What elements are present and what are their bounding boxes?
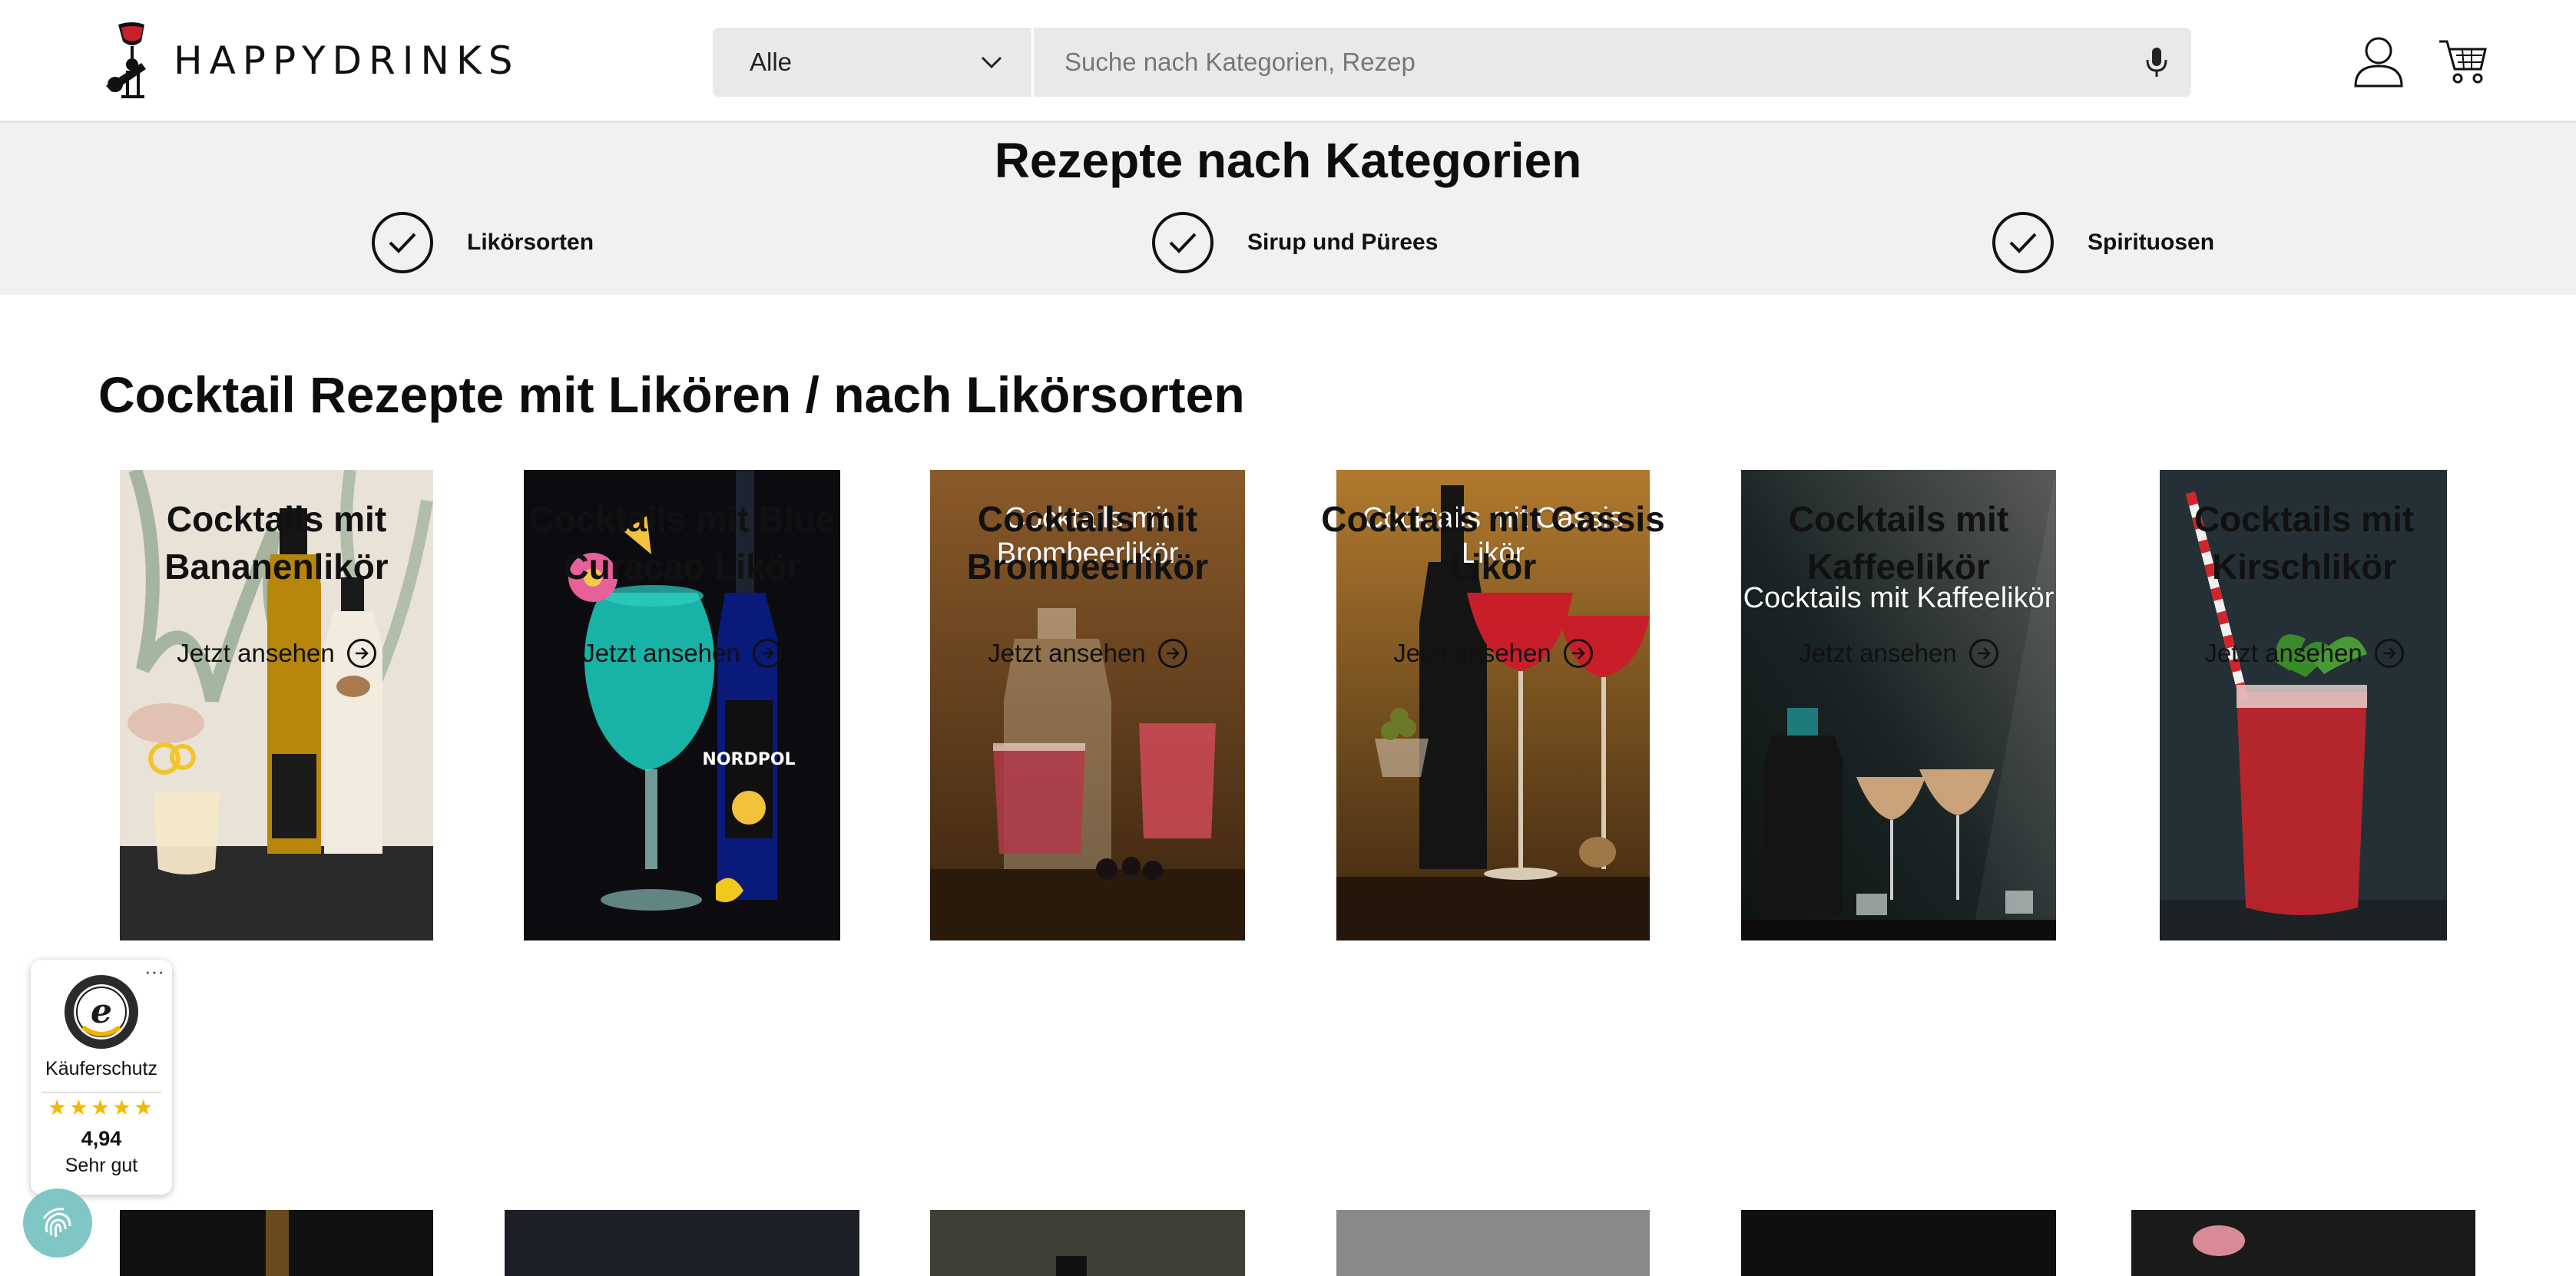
divider bbox=[41, 1092, 161, 1093]
view-link[interactable]: Jetzt ansehen bbox=[1722, 639, 2075, 668]
card-image-peek[interactable] bbox=[1336, 1210, 1650, 1276]
card-title: Cocktails mit Cassis Likör bbox=[1321, 499, 1665, 587]
check-circle-icon bbox=[372, 212, 433, 273]
card-image-peek[interactable] bbox=[930, 1210, 1245, 1276]
section-title: Cocktail Rezepte mit Likören / nach Likö… bbox=[98, 366, 1245, 423]
arrow-right-circle-icon bbox=[1563, 639, 1593, 668]
logo-text: HAPPYDRINKS bbox=[174, 38, 520, 83]
view-link-label: Jetzt ansehen bbox=[177, 639, 335, 667]
card-title: Cocktails mit Blue Curacao Likör bbox=[528, 499, 836, 587]
view-link-label: Jetzt ansehen bbox=[2204, 639, 2362, 667]
cocktail-photo bbox=[2193, 1225, 2245, 1256]
category-item-likoersorten[interactable]: Likörsorten bbox=[372, 212, 594, 273]
fingerprint-icon bbox=[42, 1208, 71, 1238]
cocktail-photo bbox=[1056, 1256, 1087, 1276]
card-image-peek[interactable] bbox=[505, 1210, 859, 1276]
view-link[interactable]: Jetzt ansehen bbox=[100, 639, 453, 668]
check-circle-icon bbox=[1152, 212, 1214, 273]
card-title: Cocktails mit Kaffeelikör bbox=[1788, 499, 2009, 587]
category-item-spirituosen[interactable]: Spirituosen bbox=[1992, 212, 2214, 273]
search-category-select[interactable]: Alle bbox=[713, 28, 1034, 97]
site-header: HAPPYDRINKS Alle bbox=[0, 0, 2576, 123]
view-link[interactable]: Jetzt ansehen bbox=[911, 639, 1264, 668]
card-title: Cocktails mit Bananenlikör bbox=[164, 499, 389, 587]
card-title: Cocktails mit Brombeerlikör bbox=[966, 499, 1209, 587]
arrow-right-circle-icon bbox=[2374, 639, 2404, 668]
view-link-label: Jetzt ansehen bbox=[1393, 639, 1551, 667]
arrow-right-circle-icon bbox=[752, 639, 782, 668]
logo-mascot-icon bbox=[106, 22, 146, 98]
view-link-label: Jetzt ansehen bbox=[1799, 639, 1957, 667]
search-bar: Alle bbox=[713, 28, 2191, 97]
chevron-down-icon bbox=[981, 56, 1002, 69]
logo[interactable]: HAPPYDRINKS bbox=[95, 20, 519, 101]
trusted-shops-badge[interactable]: ··· e Käuferschutz ★★★★★ 4,94 Sehr gut bbox=[31, 960, 172, 1195]
rating-verdict: Sehr gut bbox=[65, 1155, 138, 1176]
category-label: Spirituosen bbox=[2088, 230, 2215, 255]
trust-label: Käuferschutz bbox=[45, 1058, 157, 1079]
check-circle-icon bbox=[1992, 212, 2054, 273]
bottle-label: NORDPOL bbox=[702, 750, 795, 769]
card-image-peek[interactable] bbox=[2131, 1210, 2475, 1276]
view-link[interactable]: Jetzt ansehen bbox=[1316, 639, 1670, 668]
category-band: Rezepte nach Kategorien Likörsorten Siru… bbox=[0, 123, 2576, 295]
rating-score: 4,94 bbox=[81, 1127, 122, 1150]
view-link-label: Jetzt ansehen bbox=[582, 639, 740, 667]
shopping-cart-icon[interactable] bbox=[2438, 37, 2488, 84]
search-category-label: Alle bbox=[750, 48, 793, 76]
arrow-right-circle-icon bbox=[1157, 639, 1187, 668]
search-input[interactable] bbox=[1034, 28, 2122, 97]
rating-stars: ★★★★★ bbox=[47, 1096, 156, 1119]
card-image-peek[interactable] bbox=[1741, 1210, 2056, 1276]
microphone-icon bbox=[2146, 48, 2167, 77]
view-link[interactable]: Jetzt ansehen bbox=[505, 639, 859, 668]
card-title: Cocktails mit Kirschlikör bbox=[2194, 499, 2415, 587]
more-options-icon[interactable]: ··· bbox=[144, 960, 164, 983]
trusted-shops-seal-icon: e bbox=[65, 975, 138, 1049]
category-label: Likörsorten bbox=[467, 230, 594, 255]
arrow-right-circle-icon bbox=[346, 639, 376, 668]
category-item-sirup[interactable]: Sirup und Pürees bbox=[1152, 212, 1438, 273]
fingerprint-consent-button[interactable] bbox=[23, 1188, 92, 1258]
view-link-label: Jetzt ansehen bbox=[988, 639, 1146, 667]
svg-text:e: e bbox=[91, 992, 112, 1031]
card-image-peek[interactable] bbox=[120, 1210, 433, 1276]
user-account-icon[interactable] bbox=[2353, 34, 2405, 88]
cocktail-photo bbox=[266, 1210, 289, 1276]
arrow-right-circle-icon bbox=[1968, 639, 1998, 668]
category-title: Rezepte nach Kategorien bbox=[994, 133, 1582, 188]
microphone-button[interactable] bbox=[2122, 28, 2191, 97]
category-label: Sirup und Pürees bbox=[1247, 230, 1439, 255]
view-link[interactable]: Jetzt ansehen bbox=[2127, 639, 2481, 668]
